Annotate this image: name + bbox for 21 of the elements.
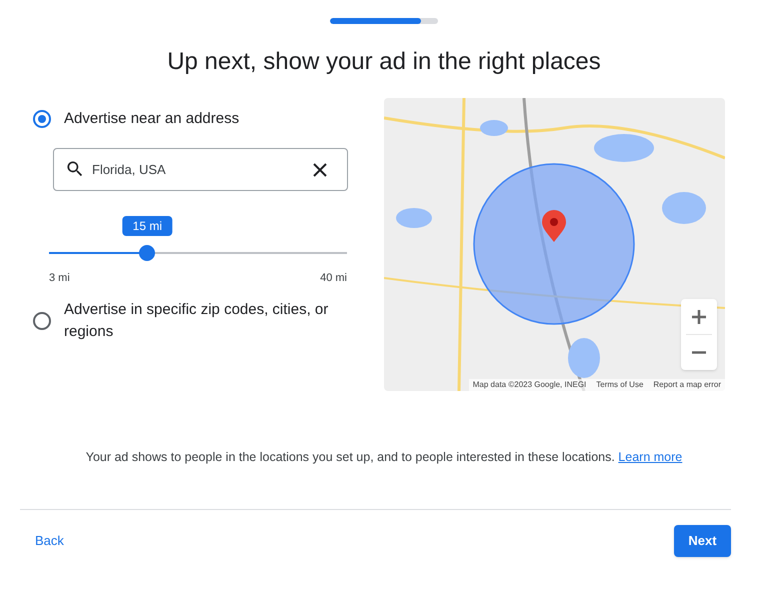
minus-icon xyxy=(691,351,707,354)
back-button[interactable]: Back xyxy=(35,525,64,557)
learn-more-link[interactable]: Learn more xyxy=(618,450,682,464)
option-label[interactable]: Advertise in specific zip codes, cities, or regions xyxy=(64,298,348,342)
page-title: Up next, show your ad in the right places xyxy=(167,47,601,77)
option-label[interactable]: Advertise near an address xyxy=(64,108,240,130)
search-icon xyxy=(65,159,85,179)
slider-thumb[interactable] xyxy=(139,245,156,261)
map-attribution: Map data ©2023 Google, INEGI xyxy=(472,379,586,391)
next-button[interactable]: Next xyxy=(674,525,731,557)
clear-icon[interactable] xyxy=(312,162,328,178)
map-link[interactable]: Report a map error xyxy=(653,379,721,391)
min-label: 3 mi xyxy=(49,271,70,286)
map-link[interactable]: Terms of Use xyxy=(596,379,644,391)
value-tooltip: 15 mi xyxy=(122,216,172,236)
radio-button[interactable] xyxy=(33,110,51,128)
info-text: Your ad shows to people in the locations you set up, and to people interested in these locations. Learn more xyxy=(86,449,682,466)
max-label: 40 mi xyxy=(320,271,347,286)
search-field[interactable]: Florida, USA xyxy=(53,148,348,191)
radio-button[interactable] xyxy=(33,312,51,330)
plus-icon xyxy=(691,308,707,324)
